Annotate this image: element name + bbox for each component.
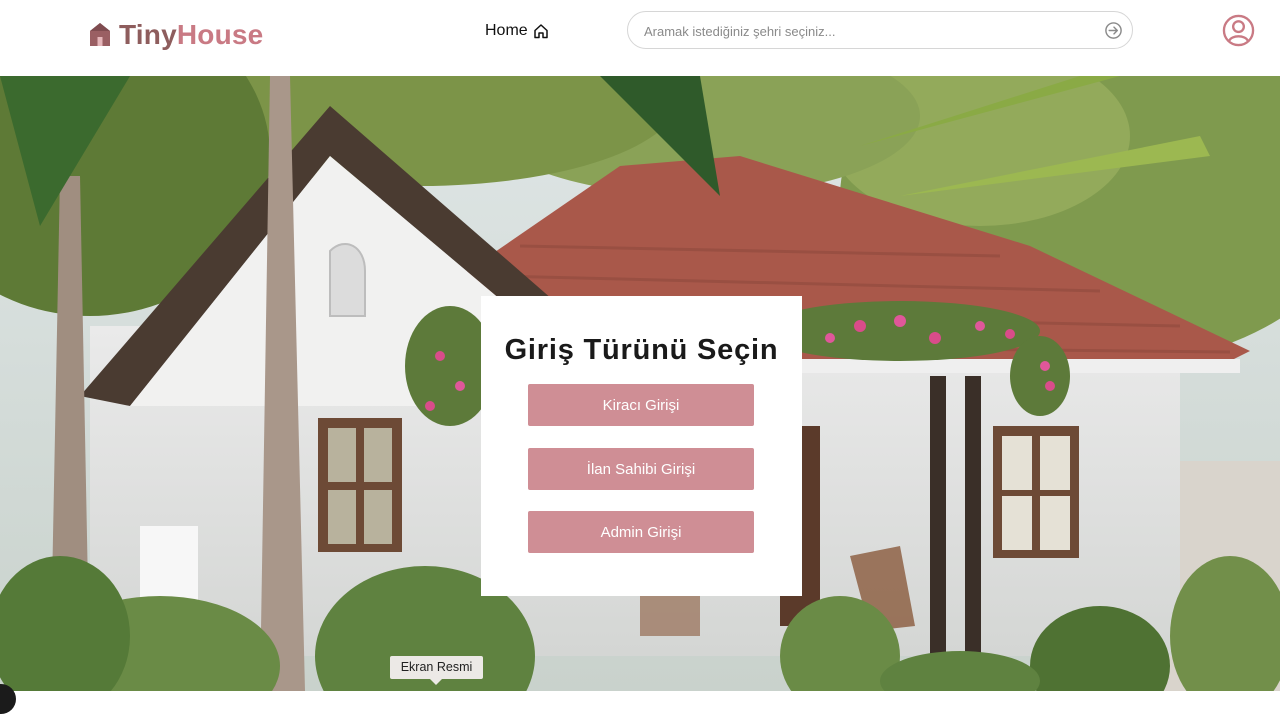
user-circle-icon[interactable] bbox=[1222, 14, 1255, 47]
tooltip-text: Ekran Resmi bbox=[400, 660, 473, 674]
login-type-card: Giriş Türünü Seçin Kiracı Girişi İlan Sa… bbox=[481, 296, 802, 596]
city-search-input[interactable] bbox=[642, 12, 1086, 50]
nav-home-link[interactable]: Home bbox=[485, 20, 549, 42]
tooltip-arrow bbox=[430, 679, 442, 685]
house-logo-icon bbox=[90, 23, 110, 46]
home-icon bbox=[533, 24, 548, 39]
screenshot-tooltip: Ekran Resmi bbox=[390, 656, 483, 685]
brand-name-house: House bbox=[176, 19, 264, 50]
admin-login-button[interactable]: Admin Girişi bbox=[528, 511, 754, 553]
login-type-title: Giriş Türünü Seçin bbox=[504, 334, 779, 366]
arrow-right-circle-icon[interactable] bbox=[1104, 21, 1123, 40]
top-navbar: TinyHouse Home bbox=[0, 0, 1280, 76]
nav-home-label: Home bbox=[485, 22, 528, 39]
brand-name-tiny: Tiny bbox=[119, 19, 177, 50]
listing-owner-login-button[interactable]: İlan Sahibi Girişi bbox=[528, 448, 754, 490]
tenant-login-button[interactable]: Kiracı Girişi bbox=[528, 384, 754, 426]
brand-logo[interactable]: TinyHouse bbox=[89, 18, 263, 52]
city-search-bar bbox=[627, 11, 1133, 50]
